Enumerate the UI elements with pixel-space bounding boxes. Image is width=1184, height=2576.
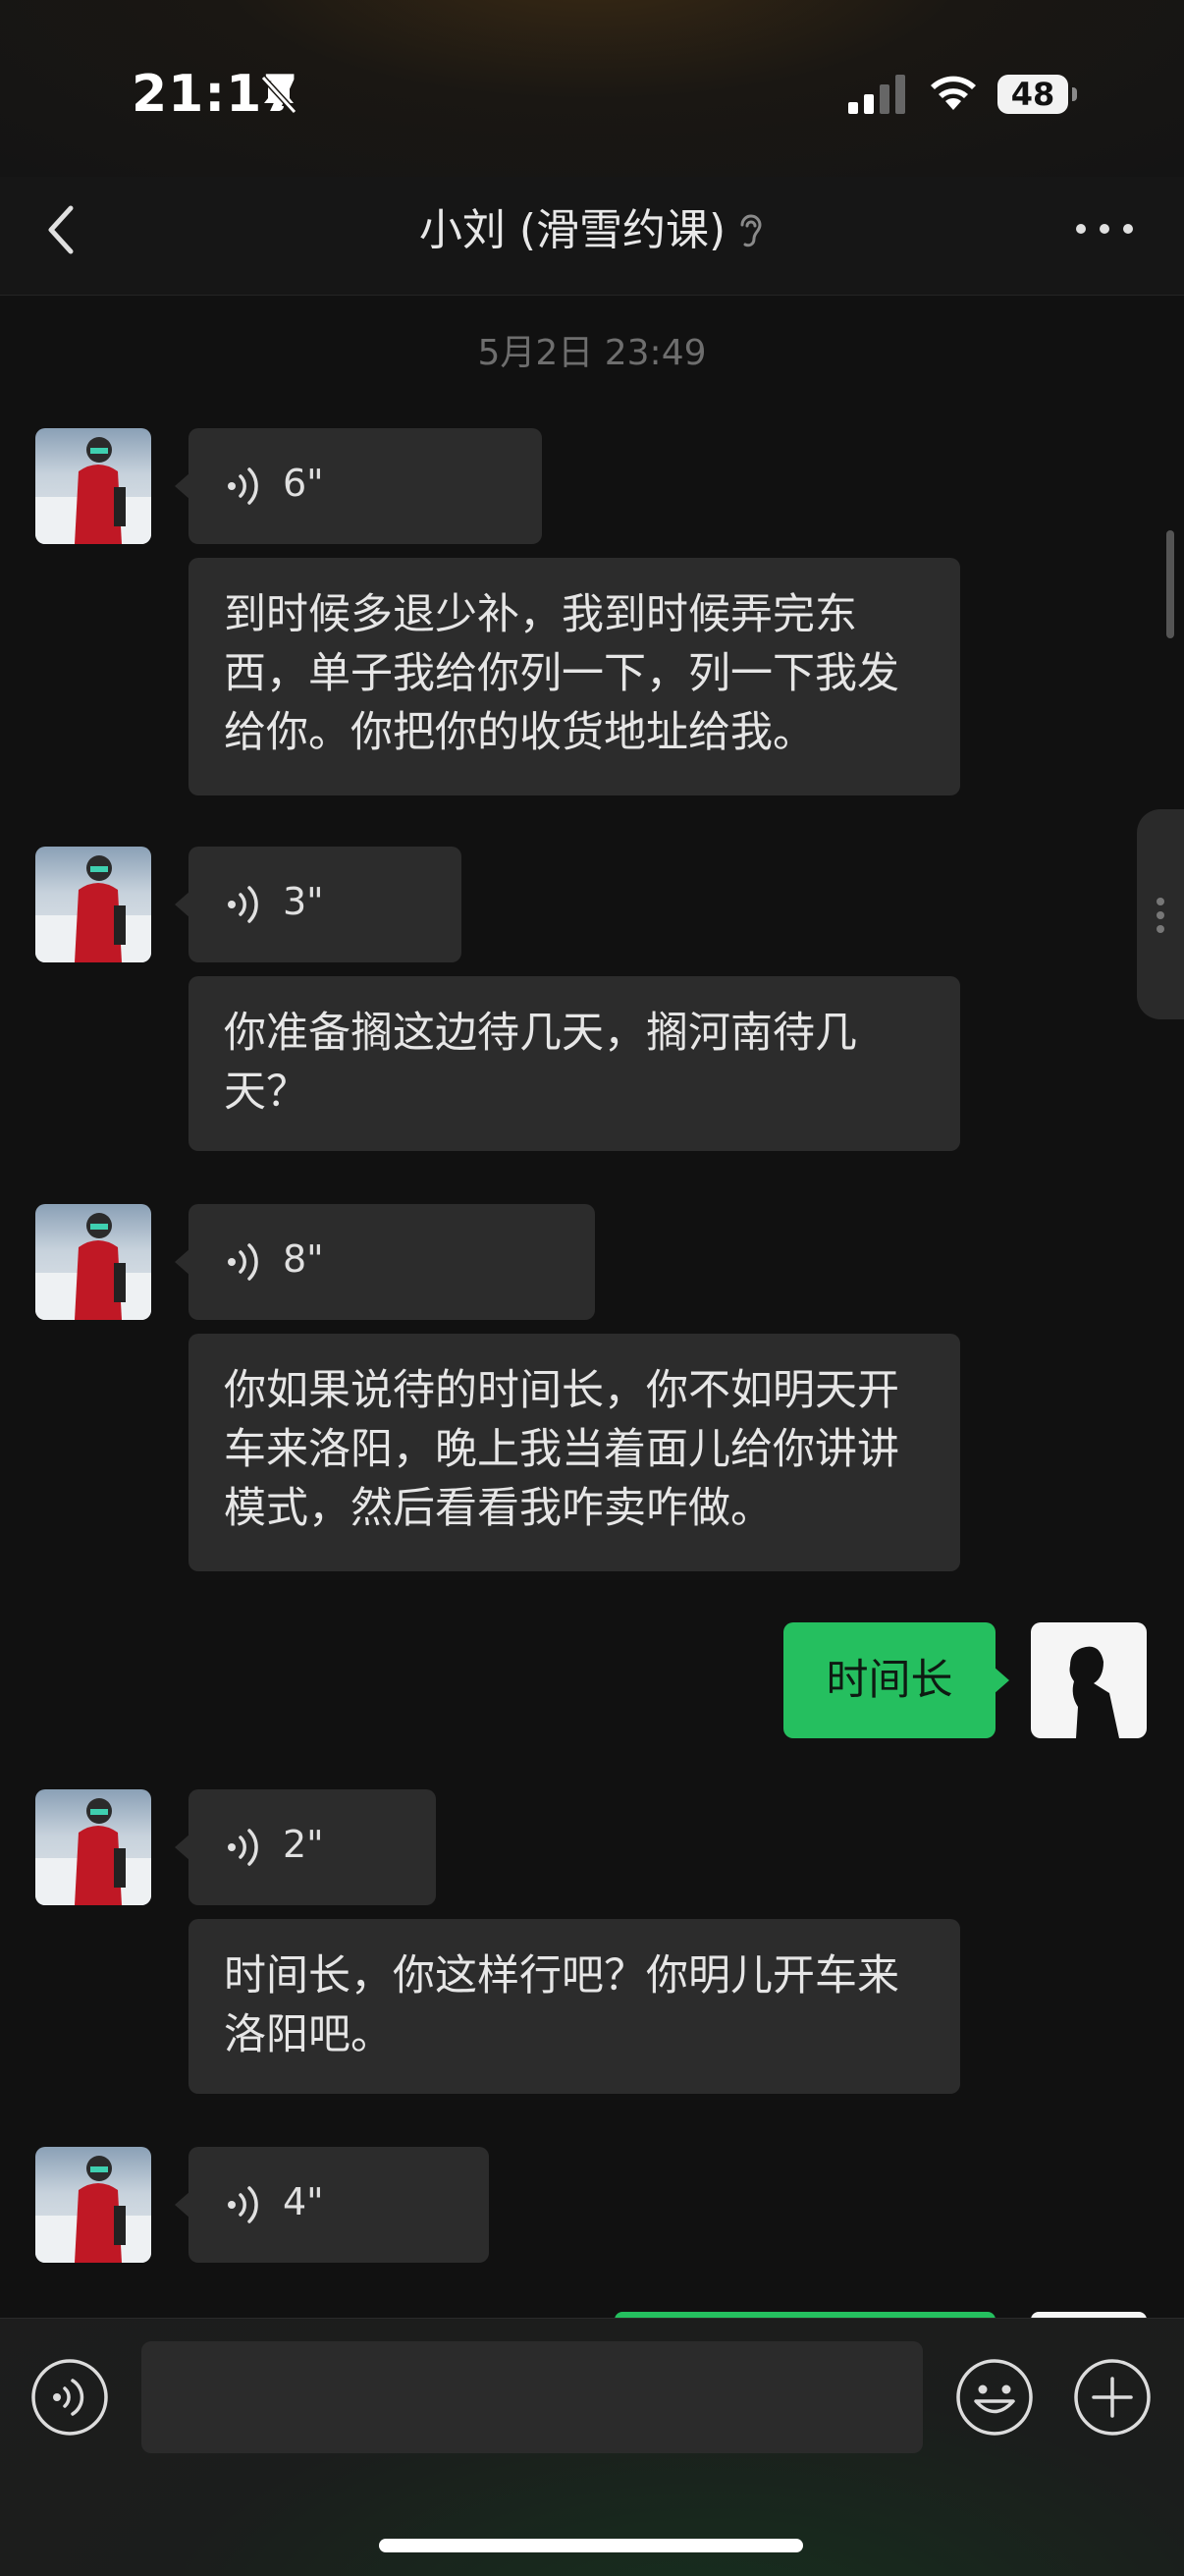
voice-wave-icon: [228, 1243, 258, 1281]
voice-duration: 3": [283, 880, 324, 923]
text-message[interactable]: 到时候多退少补，我到时候弄完东西，单子我给你列一下，列一下我发给你。你把你的收货…: [188, 558, 960, 795]
bell-off-icon: [260, 75, 297, 115]
more-options-icon[interactable]: [1072, 214, 1137, 244]
sent-message-text: 时间长: [826, 1656, 953, 1705]
voice-duration: 8": [283, 1237, 324, 1281]
earpiece-mode-icon: [740, 214, 762, 247]
chat-title-text: 小刘 (滑雪约课): [418, 205, 727, 255]
voice-message[interactable]: 3": [175, 847, 461, 962]
voice-message[interactable]: 4": [175, 2147, 489, 2263]
chat-timestamp: 5月2日 23:49: [477, 333, 707, 373]
contact-avatar[interactable]: [35, 2147, 151, 2263]
message-text: 时间长，你这样行吧？你明儿开车来洛阳吧。: [224, 1951, 899, 2059]
message-text: 你如果说待的时间长，你不如明天开车来洛阳，晚上我当着面儿给你讲讲模式，然后看看我…: [224, 1366, 899, 1533]
voice-message[interactable]: 6": [175, 428, 542, 544]
text-message[interactable]: 时间长，你这样行吧？你明儿开车来洛阳吧。: [188, 1919, 960, 2094]
emoji-icon[interactable]: [954, 2357, 1035, 2438]
voice-wave-icon: [228, 2186, 258, 2223]
contact-avatar[interactable]: [35, 1789, 151, 1905]
my-avatar[interactable]: [1031, 1622, 1147, 1738]
battery-indicator: 48: [997, 75, 1077, 114]
message-text: 到时候多退少补，我到时候弄完东西，单子我给你列一下，列一下我发给你。你把你的收货…: [224, 590, 899, 757]
voice-duration: 4": [283, 2180, 324, 2223]
voice-wave-icon: [228, 1829, 258, 1866]
voice-duration: 2": [283, 1823, 324, 1866]
plus-icon[interactable]: [1072, 2357, 1153, 2438]
status-bar: 21:17 48: [0, 0, 1184, 177]
voice-wave-icon: [228, 886, 258, 923]
text-message[interactable]: 你准备搁这边待几天，搁河南待几天？: [188, 976, 960, 1151]
voice-message[interactable]: 8": [175, 1204, 595, 1320]
sent-message[interactable]: 时间长: [783, 1622, 1009, 1738]
contact-avatar[interactable]: [35, 847, 151, 962]
voice-input-button[interactable]: [29, 2357, 110, 2438]
message-input[interactable]: [141, 2341, 923, 2453]
wifi-icon: [931, 76, 976, 110]
side-drawer-handle[interactable]: [1137, 809, 1184, 1019]
scrollbar-thumb[interactable]: [1166, 530, 1174, 638]
message-text: 你准备搁这边待几天，搁河南待几天？: [224, 1009, 857, 1117]
contact-avatar[interactable]: [35, 428, 151, 544]
voice-message[interactable]: 2": [175, 1789, 436, 1905]
cellular-signal-icon: [848, 75, 905, 114]
text-message[interactable]: 你如果说待的时间长，你不如明天开车来洛阳，晚上我当着面儿给你讲讲模式，然后看看我…: [188, 1334, 960, 1571]
voice-wave-icon: [228, 467, 258, 505]
contact-avatar[interactable]: [35, 1204, 151, 1320]
home-indicator[interactable]: [379, 2539, 803, 2552]
voice-duration: 6": [283, 462, 324, 505]
chat-title: 小刘 (滑雪约课): [0, 196, 1184, 265]
